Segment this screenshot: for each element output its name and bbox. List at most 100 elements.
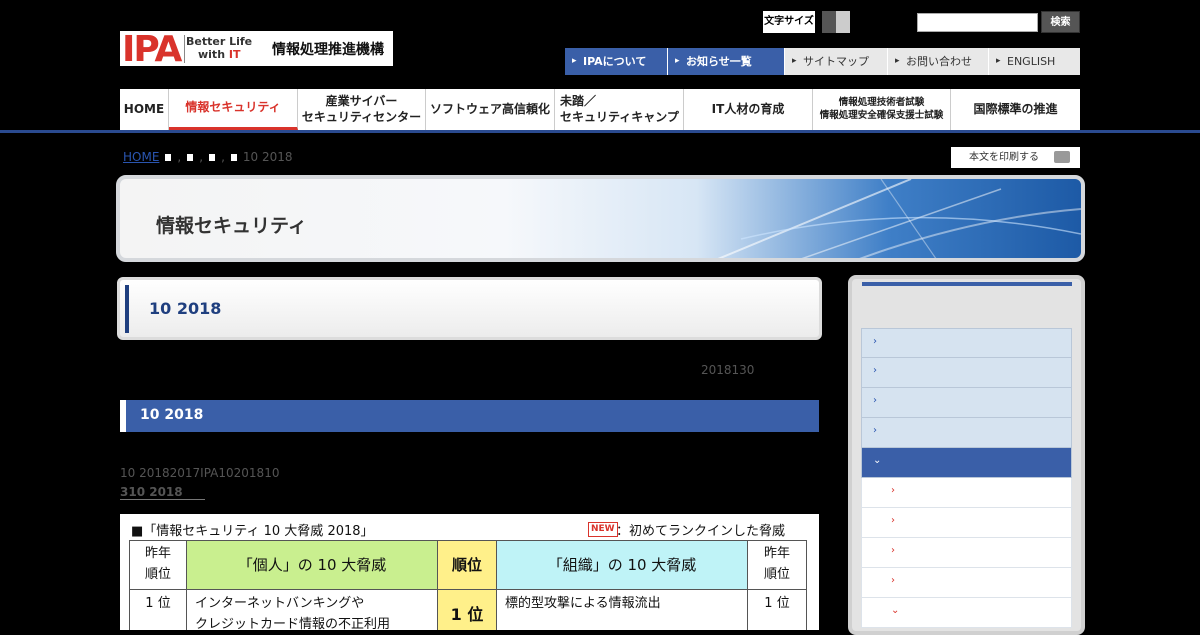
banner-title: 情報セキュリティ: [156, 215, 307, 237]
breadcrumb-sep-1: ,: [177, 150, 182, 164]
header-personal: 「個人」の 10 大脅威: [186, 540, 438, 590]
logo-tagline-2a: with: [198, 48, 229, 61]
sidebar-item[interactable]: ›: [861, 388, 1072, 418]
logo-divider: [184, 35, 185, 63]
nav-exam[interactable]: 情報処理技術者試験 情報処理安全確保支援士試験: [813, 89, 951, 130]
nav-standards[interactable]: 国際標準の推進: [951, 89, 1080, 130]
ipa-logo[interactable]: IPA Better Life with IT 情報処理推進機構: [120, 29, 393, 70]
sidebar-item[interactable]: ›: [861, 358, 1072, 388]
new-badge: NEW: [588, 522, 618, 537]
sidebar-item-expanded[interactable]: ⌄: [861, 448, 1072, 478]
font-size-large-button[interactable]: [836, 11, 850, 33]
breadcrumb-link-1[interactable]: [165, 153, 172, 161]
sidebar-subitem[interactable]: ›: [861, 508, 1072, 538]
sidebar-subitem[interactable]: ›: [861, 568, 1072, 598]
nav-mitou-line1: 未踏／: [560, 93, 597, 108]
chevron-down-icon: ⌄: [873, 455, 882, 466]
sidebar-subitem[interactable]: ›: [861, 538, 1072, 568]
breadcrumb-link-2[interactable]: [187, 153, 194, 161]
nav-mitou[interactable]: 未踏／ セキュリティキャンプ: [555, 89, 684, 130]
util-nav-contact[interactable]: お問い合わせ: [888, 48, 989, 75]
header-prev-rank-right: 昨年 順位: [747, 540, 807, 590]
section-banner: 情報セキュリティ: [116, 175, 1085, 262]
font-size-standard-button[interactable]: [822, 11, 836, 33]
logo-tagline-1: Better Life: [186, 35, 253, 48]
threat-ranking-table: ■「情報セキュリティ 10 大脅威 2018」 NEW ：初めてランクインした脅…: [120, 514, 819, 630]
search-input[interactable]: [917, 13, 1038, 32]
sidebar-subitem[interactable]: ›: [861, 478, 1072, 508]
chevron-right-icon: ›: [873, 365, 877, 376]
nav-exam-line2: 情報処理安全確保支援士試験: [819, 109, 944, 121]
prev-rank-right-line1: 昨年: [763, 546, 790, 562]
table-title: ■「情報セキュリティ 10 大脅威 2018」: [131, 524, 374, 539]
nav-underline: [0, 130, 1200, 133]
sidebar-item[interactable]: ›: [861, 328, 1072, 358]
logo-tagline-2: with IT: [198, 48, 240, 61]
chevron-right-icon: ›: [873, 425, 877, 436]
nav-exam-label: 情報処理技術者試験 情報処理安全確保支援士試験: [820, 97, 944, 122]
chevron-down-icon: ⌄: [891, 605, 900, 616]
prev-rank-left-line1: 昨年: [144, 546, 171, 562]
header-rank: 順位: [437, 540, 497, 590]
section-heading-bar: 10 2018: [120, 400, 819, 432]
global-nav: HOME 情報セキュリティ 産業サイバー セキュリティセンター ソフトウェア高信頼…: [120, 89, 1080, 130]
row1-prev-personal: 1 位: [129, 589, 187, 630]
nav-home[interactable]: HOME: [120, 89, 169, 130]
page-title: 10 2018: [149, 299, 222, 318]
page-title-box: 10 2018: [117, 277, 822, 340]
breadcrumb: HOME , , , 10 2018: [123, 150, 293, 164]
nav-security-label: 情報セキュリティ: [185, 100, 281, 115]
breadcrumb-current: 10 2018: [242, 150, 293, 164]
logo-tagline-2b: IT: [228, 48, 241, 61]
nav-it-hr-label: IT人材の育成: [711, 101, 785, 116]
search-button[interactable]: 検索: [1041, 11, 1080, 33]
row1-rank: 1 位: [437, 589, 497, 630]
published-date: 2018130: [701, 363, 755, 377]
chevron-right-icon: ›: [891, 515, 895, 526]
utility-nav: IPAについて お知らせ一覧 サイトマップ お問い合わせ ENGLISH: [565, 48, 1080, 75]
lead-text: 10 20182017IPA10201810: [120, 466, 280, 480]
row1-org: 標的型攻撃による情報流出: [496, 589, 748, 630]
breadcrumb-sep-3: ,: [221, 150, 225, 164]
banner-graphic: [717, 179, 1081, 258]
nav-mitou-line2: セキュリティキャンプ: [560, 109, 679, 124]
org-name: 情報処理推進機構: [272, 42, 384, 58]
nav-it-hr[interactable]: IT人材の育成: [684, 89, 813, 130]
nav-software-label: ソフトウェア高信頼化: [429, 101, 550, 116]
nav-cyber-center-label: 産業サイバー セキュリティセンター: [302, 94, 421, 125]
title-accent-bar: [125, 285, 129, 333]
nav-security[interactable]: 情報セキュリティ: [169, 89, 298, 130]
nav-mitou-label: 未踏／ セキュリティキャンプ: [560, 94, 679, 125]
nav-cyber-line2: セキュリティセンター: [301, 109, 422, 124]
nav-home-label: HOME: [123, 101, 165, 116]
header-prev-rank-left: 昨年 順位: [129, 540, 187, 590]
nav-cyber-center[interactable]: 産業サイバー セキュリティセンター: [298, 89, 426, 130]
breadcrumb-link-4[interactable]: [230, 153, 237, 161]
sidebar-subitem-expanded[interactable]: ⌄: [861, 598, 1072, 628]
row1-personal-label: インターネットバンキングやクレジットカード情報の不正利用: [195, 594, 390, 630]
sidebar: › › › › ⌄ › › › › ⌄: [848, 275, 1085, 635]
util-nav-english[interactable]: ENGLISH: [989, 48, 1080, 75]
new-note: ：初めてランクインした脅威: [616, 524, 786, 539]
util-nav-sitemap[interactable]: サイトマップ: [785, 48, 888, 75]
lead-link[interactable]: 310 2018: [120, 485, 205, 500]
row1-prev-org: 1 位: [747, 589, 807, 630]
row1-personal-line1: インターネットバンキングや: [195, 596, 365, 611]
util-nav-about[interactable]: IPAについて: [565, 48, 668, 75]
header-org: 「組織」の 10 大脅威: [496, 540, 748, 590]
nav-software[interactable]: ソフトウェア高信頼化: [426, 89, 555, 130]
prev-rank-right-line2: 順位: [763, 567, 790, 582]
chevron-right-icon: ›: [891, 575, 895, 586]
sidebar-menu: › › › › ⌄ › › › › ⌄: [861, 328, 1072, 628]
breadcrumb-sep-2: ,: [199, 150, 204, 164]
breadcrumb-link-3[interactable]: [209, 153, 216, 161]
breadcrumb-home[interactable]: HOME: [123, 150, 159, 164]
chevron-right-icon: ›: [891, 545, 895, 556]
row1-personal-line2: クレジットカード情報の不正利用: [195, 616, 391, 630]
util-nav-news[interactable]: お知らせ一覧: [668, 48, 785, 75]
sidebar-item[interactable]: ›: [861, 418, 1072, 448]
printer-icon: [1054, 151, 1070, 163]
font-size-label: 文字サイズ: [763, 11, 815, 33]
print-button[interactable]: 本文を印刷する: [951, 147, 1080, 168]
nav-cyber-line1: 産業サイバー: [325, 93, 398, 108]
